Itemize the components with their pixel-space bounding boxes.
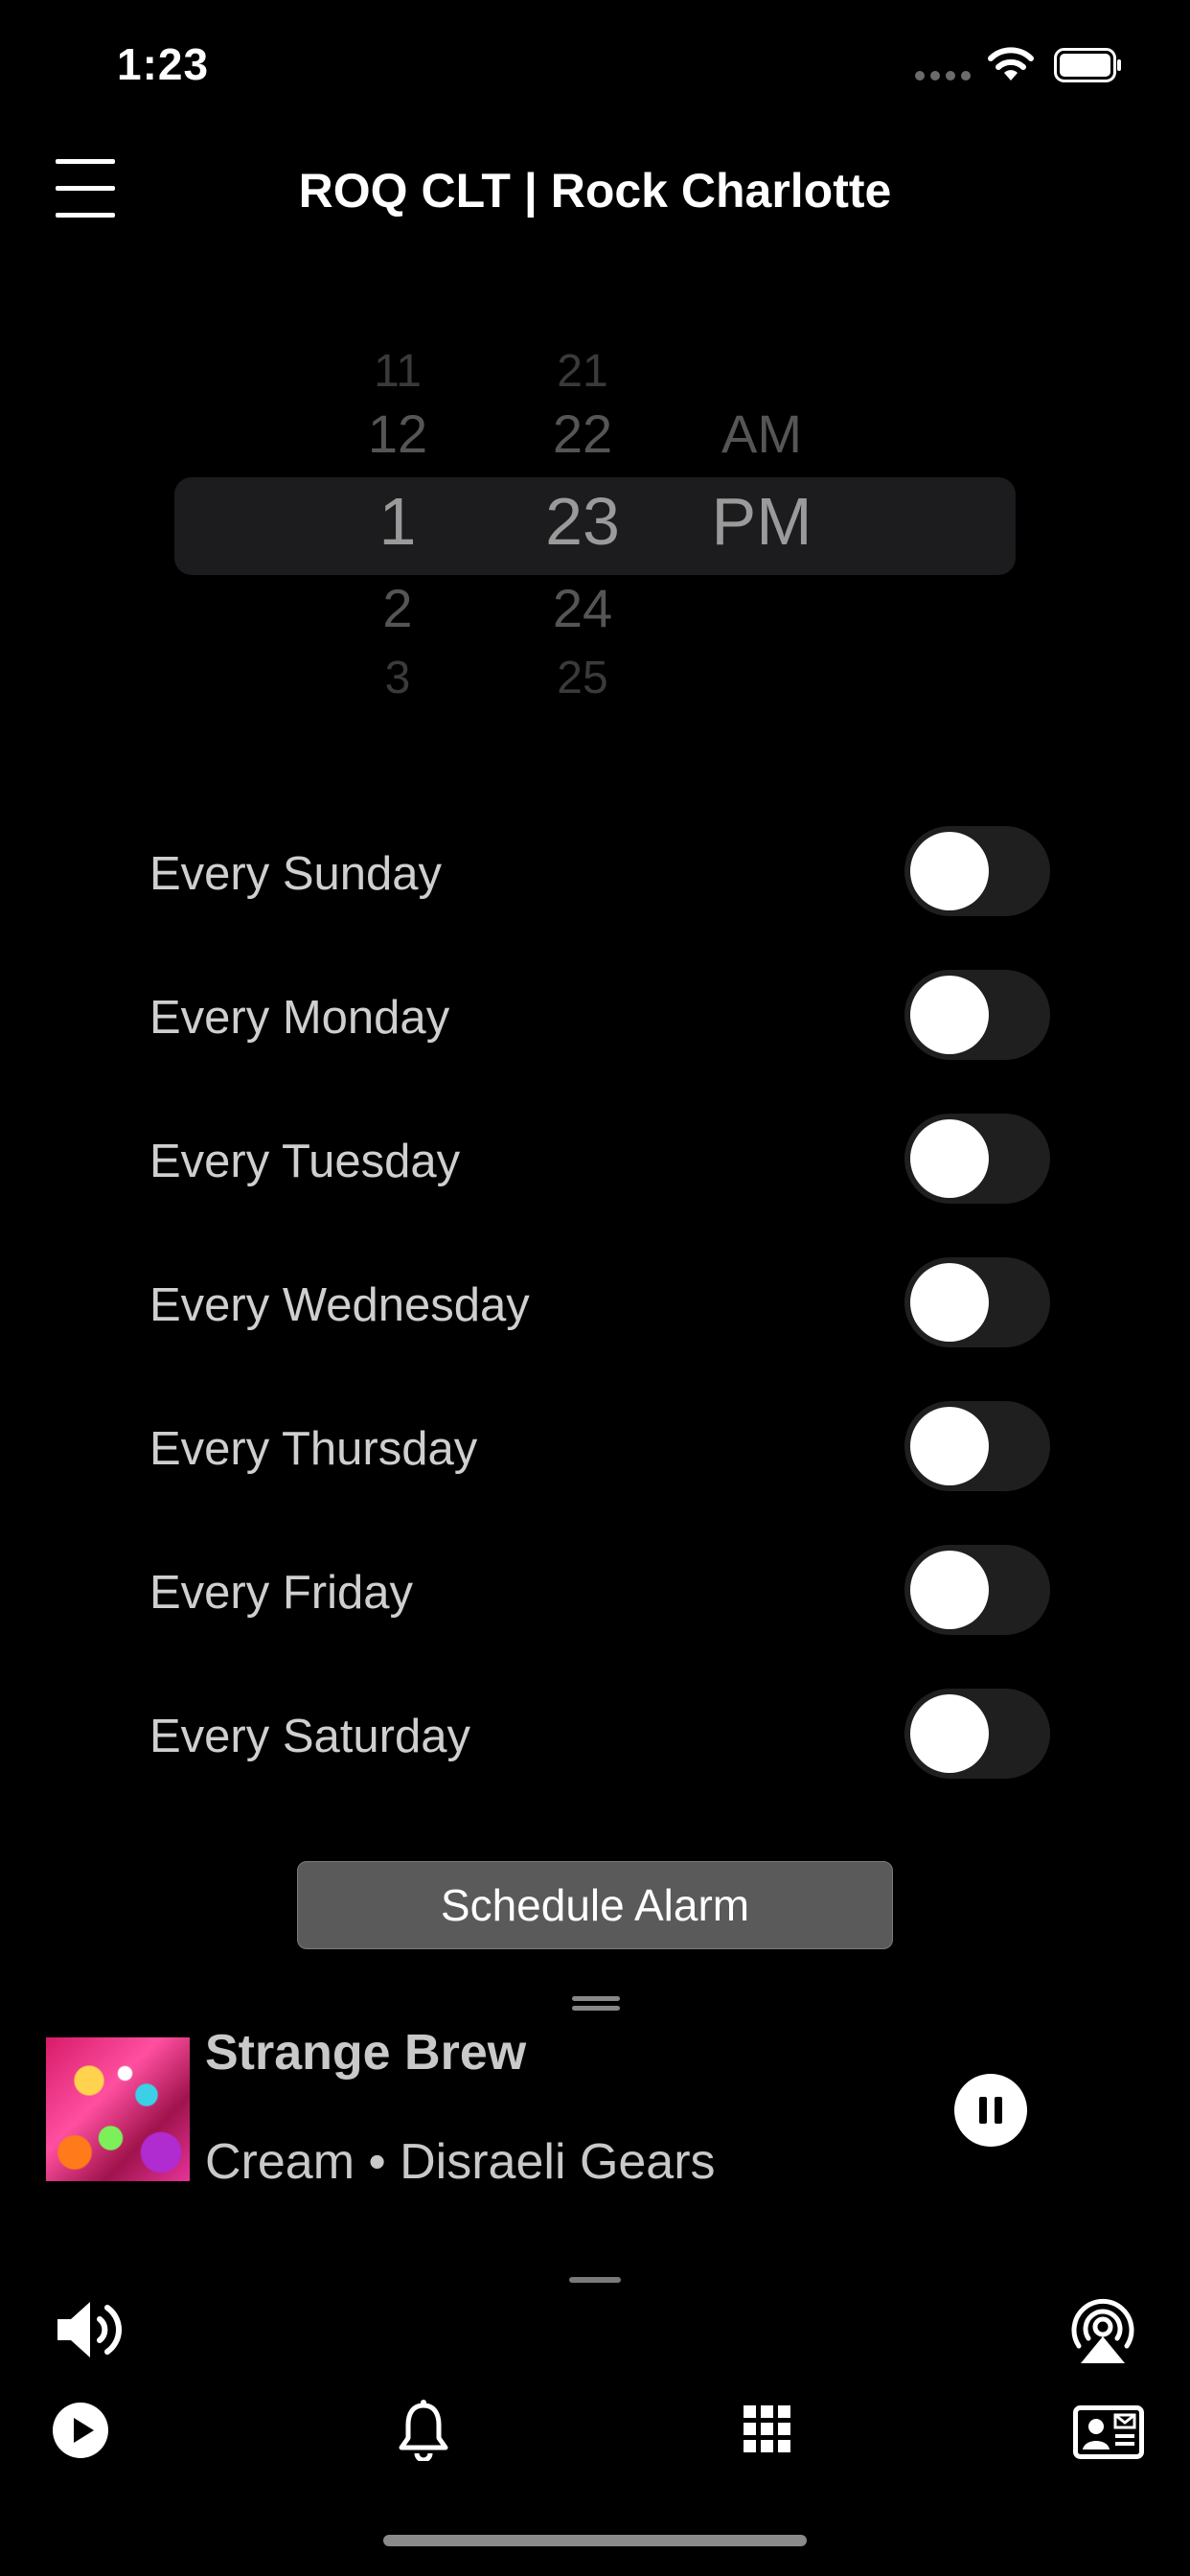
wifi-icon [988, 47, 1034, 80]
hour-option[interactable]: 3 [331, 652, 465, 704]
period-option[interactable]: AM [690, 402, 834, 465]
repeat-row-thursday: Every Thursday [149, 1401, 1050, 1493]
repeat-row-wednesday: Every Wednesday [149, 1257, 1050, 1349]
repeat-row-tuesday: Every Tuesday [149, 1114, 1050, 1206]
cellular-signal-icon [915, 71, 971, 80]
wednesday-toggle[interactable] [904, 1257, 1050, 1347]
period-selected[interactable]: PM [690, 483, 834, 560]
sunday-toggle[interactable] [904, 826, 1050, 916]
hour-option[interactable]: 11 [331, 345, 465, 398]
repeat-label: Every Monday [149, 992, 450, 1044]
hour-option[interactable]: 2 [331, 577, 465, 639]
saturday-toggle[interactable] [904, 1689, 1050, 1779]
bell-icon[interactable] [397, 2400, 450, 2461]
repeat-label: Every Wednesday [149, 1279, 530, 1331]
sheet-handle[interactable] [569, 2277, 621, 2283]
grid-icon[interactable] [744, 2405, 791, 2453]
player-grabber-handle[interactable] [572, 1996, 620, 2012]
thursday-toggle[interactable] [904, 1401, 1050, 1491]
battery-icon [1054, 48, 1121, 82]
repeat-label: Every Saturday [149, 1711, 470, 1762]
repeat-label: Every Friday [149, 1567, 414, 1619]
status-time: 1:23 [117, 39, 210, 89]
monday-toggle[interactable] [904, 970, 1050, 1060]
toggle-knob [910, 1263, 989, 1342]
track-artist-album[interactable]: Cream • Disraeli Gears [205, 2133, 716, 2191]
pause-button[interactable] [954, 2074, 1027, 2147]
toggle-knob [910, 1551, 989, 1629]
minute-wheel[interactable]: 21 22 23 24 25 [515, 345, 650, 703]
minute-option[interactable]: 21 [515, 345, 650, 398]
repeat-label: Every Sunday [149, 848, 443, 900]
home-indicator[interactable] [383, 2535, 807, 2546]
minute-option[interactable]: 24 [515, 577, 650, 639]
repeat-row-sunday: Every Sunday [149, 826, 1050, 918]
friday-toggle[interactable] [904, 1545, 1050, 1635]
toggle-knob [910, 1407, 989, 1485]
volume-icon[interactable] [54, 2294, 126, 2365]
airplay-icon[interactable] [1067, 2294, 1138, 2365]
contact-card-icon[interactable] [1073, 2405, 1144, 2459]
toggle-knob [910, 832, 989, 910]
repeat-label: Every Thursday [149, 1423, 478, 1475]
toggle-knob [910, 1119, 989, 1198]
repeat-row-monday: Every Monday [149, 970, 1050, 1062]
hour-wheel[interactable]: 11 12 1 2 3 [331, 345, 465, 703]
play-circle-icon[interactable] [52, 2402, 109, 2459]
repeat-row-friday: Every Friday [149, 1545, 1050, 1637]
hour-option[interactable]: 12 [331, 402, 465, 465]
album-art[interactable] [46, 2037, 190, 2181]
period-wheel[interactable]: AM PM [690, 345, 834, 700]
page-title: ROQ CLT | Rock Charlotte [298, 164, 892, 218]
hour-selected[interactable]: 1 [331, 483, 465, 560]
minute-option[interactable]: 22 [515, 402, 650, 465]
minute-option[interactable]: 25 [515, 652, 650, 704]
schedule-alarm-button[interactable]: Schedule Alarm [297, 1861, 893, 1949]
tuesday-toggle[interactable] [904, 1114, 1050, 1204]
toggle-knob [910, 1694, 989, 1773]
repeat-label: Every Tuesday [149, 1136, 461, 1187]
toggle-knob [910, 976, 989, 1054]
repeat-row-saturday: Every Saturday [149, 1689, 1050, 1781]
minute-selected[interactable]: 23 [515, 483, 650, 560]
track-title[interactable]: Strange Brew [205, 2024, 526, 2082]
